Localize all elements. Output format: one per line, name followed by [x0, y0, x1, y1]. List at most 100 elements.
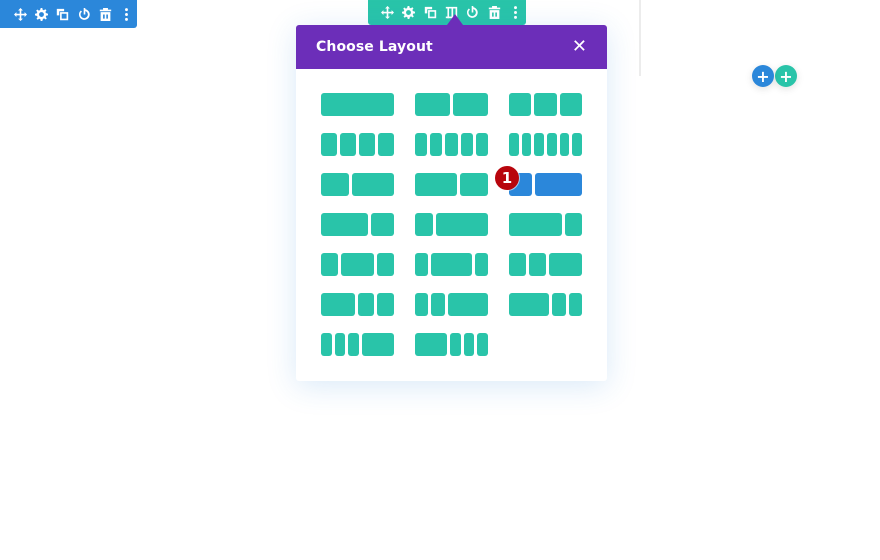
layout-column-block	[431, 253, 472, 276]
layout-column-block	[415, 173, 457, 196]
layout-option[interactable]	[415, 213, 488, 236]
layout-column-block	[321, 173, 349, 196]
layout-option[interactable]	[321, 213, 394, 236]
gear-icon[interactable]	[31, 3, 52, 25]
layout-option[interactable]	[509, 213, 582, 236]
layout-option[interactable]	[415, 93, 488, 116]
layout-column-block	[564, 213, 582, 236]
layout-option[interactable]	[509, 253, 582, 276]
duplicate-icon[interactable]	[420, 2, 441, 24]
layout-column-block	[509, 133, 519, 156]
layout-option[interactable]	[509, 293, 583, 316]
row-toolbar	[0, 0, 137, 28]
layout-column-block	[348, 333, 360, 356]
layout-column-block	[453, 93, 488, 116]
layout-column-block	[357, 293, 375, 316]
layout-column-block	[321, 333, 332, 356]
layout-column-block	[568, 293, 583, 316]
layout-column-block	[552, 293, 566, 316]
layout-option[interactable]	[321, 293, 394, 316]
layout-column-block	[415, 213, 433, 236]
layout-column-block	[415, 133, 428, 156]
layout-column-block	[509, 93, 532, 116]
trash-icon[interactable]	[483, 2, 504, 24]
layout-column-block	[450, 333, 461, 356]
modal-header: Choose Layout ✕	[296, 25, 607, 69]
layout-column-block	[430, 133, 443, 156]
layout-column-block	[321, 93, 394, 116]
modal-title: Choose Layout	[316, 39, 433, 55]
layout-column-block	[534, 93, 557, 116]
layout-column-block	[415, 333, 447, 356]
layout-column-block	[321, 253, 338, 276]
layout-column-block	[445, 133, 458, 156]
layout-column-block	[362, 333, 395, 356]
layout-option[interactable]	[321, 333, 395, 356]
layout-column-block	[415, 253, 429, 276]
layout-column-block	[475, 133, 489, 156]
layout-column-block	[521, 133, 532, 156]
layout-option[interactable]	[321, 133, 394, 156]
power-icon[interactable]	[74, 3, 95, 25]
layout-option[interactable]	[321, 173, 394, 196]
layout-option[interactable]	[415, 293, 489, 316]
layout-column-block	[415, 293, 429, 316]
layout-column-block	[435, 213, 488, 236]
power-icon[interactable]	[462, 2, 483, 24]
layout-column-block	[559, 133, 570, 156]
layout-column-block	[378, 133, 394, 156]
layout-column-block	[334, 333, 346, 356]
layout-column-block	[460, 173, 488, 196]
layout-option[interactable]	[321, 93, 394, 116]
add-row-button[interactable]: +	[752, 65, 774, 87]
layout-column-block	[548, 253, 582, 276]
more-icon[interactable]	[505, 2, 526, 24]
layout-option[interactable]	[415, 253, 489, 276]
layout-column-block	[535, 173, 582, 196]
layout-column-block	[321, 293, 355, 316]
layout-column-block	[460, 133, 473, 156]
layout-column-block	[415, 93, 450, 116]
move-icon[interactable]	[377, 2, 398, 24]
layout-column-block	[547, 133, 557, 156]
layout-column-block	[377, 293, 394, 316]
layout-option[interactable]	[509, 93, 582, 116]
layout-option[interactable]	[415, 133, 489, 156]
layout-option[interactable]	[415, 173, 488, 196]
layout-column-block	[463, 333, 475, 356]
layout-column-block	[572, 133, 583, 156]
layout-option[interactable]	[415, 333, 489, 356]
layout-column-block	[474, 253, 489, 276]
layout-option[interactable]	[509, 133, 583, 156]
layout-column-block	[559, 93, 582, 116]
move-icon[interactable]	[10, 3, 31, 25]
more-icon[interactable]	[116, 3, 137, 25]
add-section-button[interactable]: +	[775, 65, 797, 87]
close-icon[interactable]: ✕	[572, 38, 587, 56]
layout-column-block	[534, 133, 545, 156]
annotation-badge: 1	[495, 166, 519, 190]
gear-icon[interactable]	[398, 2, 419, 24]
layout-column-block	[377, 253, 394, 276]
layout-column-block	[370, 213, 394, 236]
column-divider	[639, 0, 641, 76]
layout-column-block	[477, 333, 489, 356]
layout-column-block	[447, 293, 489, 316]
trash-icon[interactable]	[95, 3, 116, 25]
layout-column-block	[528, 253, 546, 276]
layout-column-block	[509, 293, 550, 316]
duplicate-icon[interactable]	[52, 3, 73, 25]
layout-column-block	[340, 253, 375, 276]
layout-column-block	[352, 173, 394, 196]
layout-option[interactable]	[321, 253, 394, 276]
layout-column-block	[509, 213, 562, 236]
choose-layout-modal: Choose Layout ✕	[296, 25, 607, 381]
layout-option[interactable]	[509, 173, 582, 196]
layout-column-block	[321, 213, 368, 236]
toolbar-pointer-arrow	[447, 14, 463, 25]
layout-column-block	[431, 293, 445, 316]
layout-column-block	[340, 133, 356, 156]
layout-column-block	[321, 133, 337, 156]
layout-column-block	[359, 133, 375, 156]
add-buttons: + +	[752, 65, 797, 87]
